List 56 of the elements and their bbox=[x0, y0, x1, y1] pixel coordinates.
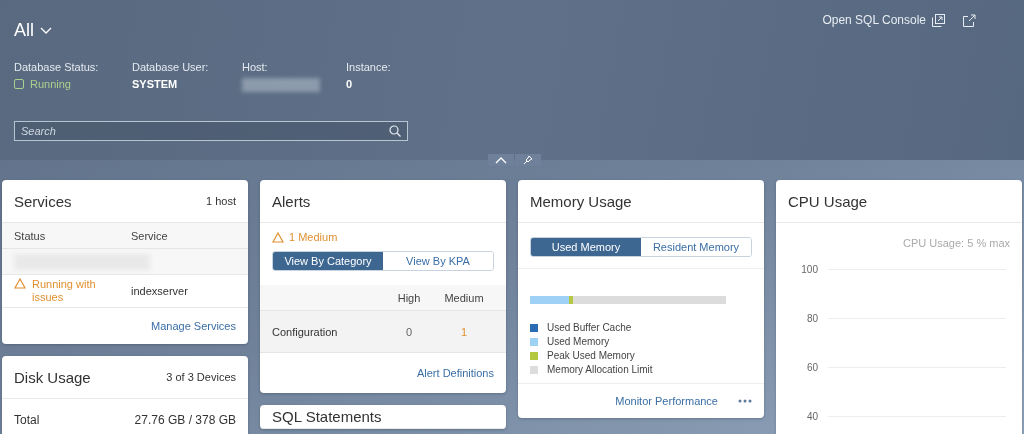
column-header: Status bbox=[14, 229, 47, 242]
field-label: Database User: bbox=[132, 61, 210, 73]
pin-icon bbox=[523, 155, 533, 165]
alert-definitions-link[interactable]: Alert Definitions bbox=[416, 367, 494, 379]
legend-label: Used Memory bbox=[547, 336, 610, 347]
y-tick-label: 40 bbox=[805, 411, 818, 422]
manage-services-link[interactable]: Manage Services bbox=[151, 320, 236, 332]
search-field[interactable]: Search bbox=[14, 121, 408, 141]
host-count: 1 host bbox=[206, 195, 236, 207]
table-cell-text: 1 bbox=[459, 325, 469, 338]
card-title: CPU Usage bbox=[788, 192, 868, 210]
share-button[interactable] bbox=[963, 13, 976, 27]
chart-title: CPU Usage: 5 % max bbox=[903, 237, 1010, 249]
field-value: SYSTEM bbox=[132, 78, 179, 90]
field-value: 0 bbox=[346, 78, 354, 90]
card-title: SQL Statements bbox=[272, 408, 382, 425]
monitor-performance-link[interactable]: Monitor Performance bbox=[615, 395, 718, 407]
legend-label: Used Buffer Cache bbox=[547, 322, 632, 333]
total-label: Total bbox=[14, 413, 40, 427]
warning-icon bbox=[14, 278, 26, 289]
table-cell-text: 0 bbox=[404, 325, 414, 338]
alert-summary: 1 Medium bbox=[289, 231, 338, 243]
column-header: Medium bbox=[443, 291, 485, 304]
column-header: High bbox=[396, 291, 422, 304]
card-title: Memory Usage bbox=[530, 192, 632, 210]
view-toggle[interactable]: Used Memory bbox=[531, 238, 641, 256]
table-cell-text: indexserver bbox=[131, 285, 189, 297]
table-cell-text: Configuration bbox=[272, 325, 339, 338]
y-tick-label: 100 bbox=[800, 264, 818, 275]
collapse-header-button[interactable] bbox=[488, 154, 514, 166]
field-label: Instance: bbox=[346, 61, 392, 73]
field-label: Database Status: bbox=[14, 61, 100, 73]
search-icon bbox=[389, 125, 401, 137]
field-label: Host: bbox=[242, 61, 269, 73]
warning-icon bbox=[272, 231, 284, 243]
field-value: Running bbox=[30, 78, 71, 90]
more-icon[interactable] bbox=[738, 399, 752, 403]
open-sql-console-link[interactable]: Open SQL Console bbox=[822, 13, 945, 27]
chevron-up-icon bbox=[495, 156, 507, 164]
legend-label: Memory Allocation Limit bbox=[547, 364, 653, 375]
total-value: 27.76 GB / 378 GB bbox=[134, 413, 236, 427]
view-toggle[interactable]: View By Category bbox=[273, 252, 383, 270]
y-tick-label: 60 bbox=[805, 362, 818, 373]
device-count: 3 of 3 Devices bbox=[166, 371, 236, 383]
external-window-icon bbox=[932, 13, 945, 27]
chevron-down-icon bbox=[40, 26, 52, 35]
y-tick-label: 80 bbox=[805, 313, 818, 324]
legend-label: Peak Used Memory bbox=[547, 350, 635, 361]
card-title: Services bbox=[14, 192, 72, 210]
status-square-icon bbox=[14, 79, 24, 89]
table-cell-text: Running with issues bbox=[32, 278, 97, 304]
card-title: Alerts bbox=[272, 192, 311, 210]
scope-dropdown[interactable]: All bbox=[14, 20, 52, 41]
pin-header-button[interactable] bbox=[515, 154, 541, 166]
card-title: Disk Usage bbox=[14, 368, 91, 386]
column-header: Service bbox=[131, 229, 169, 242]
